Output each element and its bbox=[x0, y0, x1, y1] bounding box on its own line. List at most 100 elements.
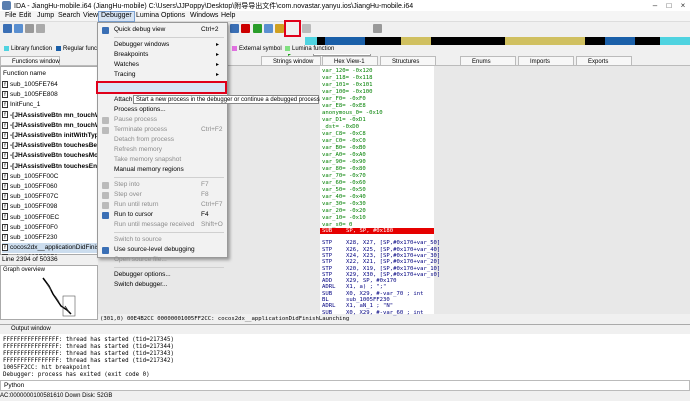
stack-variable-line[interactable]: var_30= -0x30 bbox=[322, 201, 366, 208]
stack-variable-line[interactable]: var_D1= -0xD1 bbox=[322, 117, 366, 124]
menu-options[interactable]: Options bbox=[159, 12, 187, 19]
menu-item-use-source-level-debugging[interactable]: Use source-level debugging bbox=[98, 245, 227, 255]
stack-variable-line[interactable]: anonymous_0= -0x10 bbox=[322, 110, 383, 117]
stack-variable-line[interactable]: var_40= -0x40 bbox=[322, 194, 366, 201]
graph-overview-thumbnail[interactable] bbox=[41, 276, 81, 318]
function-list-item[interactable]: f-[JHAssistiveBtn touchesMoved bbox=[2, 151, 98, 161]
stack-variable-line[interactable]: var_90= -0x90 bbox=[322, 159, 366, 166]
function-list-item[interactable]: f cocos2dx__applicationDidFinisLa bbox=[2, 243, 98, 254]
function-list-item[interactable]: f sub_1005FF07C bbox=[2, 192, 98, 202]
menu-item-run-until-message-received[interactable]: Run until message received Shift+O bbox=[98, 220, 227, 230]
asm-operands: X0, X29, #-var_70 ; int bbox=[346, 290, 424, 297]
close-x-icon[interactable] bbox=[241, 24, 250, 33]
tab-hex-view[interactable]: Hex View-1 bbox=[322, 56, 378, 66]
menu-item-debugger-options[interactable]: Debugger options... bbox=[98, 270, 227, 280]
menu-item-tracing[interactable]: Tracing ▸ bbox=[98, 70, 227, 80]
menu-item-take-memory-snapshot[interactable]: Take memory snapshot bbox=[98, 155, 227, 165]
stack-variable-line[interactable]: _dst= -0xD0 bbox=[322, 124, 359, 131]
tab-enums[interactable]: Enums bbox=[460, 56, 516, 66]
ida-logo-icon bbox=[2, 1, 11, 10]
debugger-dropdown-icon[interactable] bbox=[373, 24, 382, 33]
stack-variable-line[interactable]: var_70= -0x70 bbox=[322, 173, 366, 180]
python-input[interactable]: Python bbox=[0, 380, 690, 391]
forward-icon[interactable] bbox=[36, 24, 45, 33]
func-icon[interactable] bbox=[264, 24, 273, 33]
menu-search[interactable]: Search bbox=[56, 12, 82, 19]
stack-variable-line[interactable]: var_C0= -0xC0 bbox=[322, 138, 366, 145]
stack-variable-line[interactable]: var_60= -0x60 bbox=[322, 180, 366, 187]
function-list-item[interactable]: f sub_1005FF00C bbox=[2, 172, 98, 182]
functions-panel: Function name f sub_1005FE764 f sub_1005FE8… bbox=[0, 66, 98, 261]
stack-variable-line[interactable]: var_10= -0x10 bbox=[322, 215, 366, 222]
stack-variable-line[interactable]: var_118= -0x118 bbox=[322, 75, 373, 82]
tab-functions[interactable]: Functions window bbox=[0, 56, 60, 66]
stack-variable-line[interactable]: var_80= -0x80 bbox=[322, 166, 366, 173]
minimize-icon[interactable]: – bbox=[648, 0, 662, 11]
menu-item-refresh-memory[interactable]: Refresh memory bbox=[98, 145, 227, 155]
function-list-item[interactable]: f -[JHAssistiveBtn mn_touchWit bbox=[2, 111, 98, 121]
tab-exports[interactable]: Exports bbox=[576, 56, 632, 66]
navigation-band[interactable] bbox=[305, 37, 690, 45]
function-list-item[interactable]: f sub_1005FF098 bbox=[2, 202, 98, 212]
tab-structures[interactable]: Structures bbox=[380, 56, 436, 66]
stack-variable-line[interactable]: var_50= -0x50 bbox=[322, 187, 366, 194]
function-list-item[interactable]: f -[JHAssistiveBtn mn_touchWit bbox=[2, 121, 98, 131]
function-list-item[interactable]: f -[JHAssistiveBtn initWithType: bbox=[2, 131, 98, 141]
function-list-item[interactable]: f-[JHAssistiveBtn touchesEnded bbox=[2, 162, 98, 172]
function-list-item[interactable]: f sub_1005FE808 bbox=[2, 90, 98, 100]
menu-file[interactable]: File bbox=[3, 12, 18, 19]
tab-imports[interactable]: Imports bbox=[518, 56, 574, 66]
menu-debugger[interactable]: Debugger bbox=[98, 11, 135, 22]
function-list-item[interactable]: f sub_1005FF230 bbox=[2, 233, 98, 243]
stack-variable-line[interactable]: var_E8= -0xE8 bbox=[322, 103, 366, 110]
hex-icon[interactable] bbox=[230, 24, 239, 33]
close-icon[interactable]: × bbox=[676, 0, 690, 11]
menu-item-quick-debug-view[interactable]: Quick debug view Ctrl+2 bbox=[98, 25, 227, 35]
stack-variable-line[interactable]: var_20= -0x20 bbox=[322, 208, 366, 215]
menu-item-process-options[interactable]: Process options... bbox=[98, 105, 227, 115]
stack-variable-line[interactable]: var_A0= -0xA0 bbox=[322, 152, 366, 159]
maximize-icon[interactable]: □ bbox=[662, 0, 676, 11]
stack-variable-line[interactable]: var_101= -0x101 bbox=[322, 82, 373, 89]
menu-item-run-until-return[interactable]: Run until return Ctrl+F7 bbox=[98, 200, 227, 210]
menu-item-manual-memory-regions[interactable]: Manual memory regions bbox=[98, 165, 227, 175]
text-icon[interactable] bbox=[275, 24, 284, 33]
menu-item-breakpoints[interactable]: Breakpoints ▸ bbox=[98, 50, 227, 60]
assembly-line[interactable]: SUB SP, SP, #0x180 bbox=[322, 228, 436, 235]
graph-icon[interactable] bbox=[253, 24, 262, 33]
stack-variable-line[interactable]: var_F0= -0xF0 bbox=[322, 96, 366, 103]
function-icon: f bbox=[2, 243, 8, 251]
back-icon[interactable] bbox=[25, 24, 34, 33]
menu-item-pause-process[interactable]: Pause process bbox=[98, 115, 227, 125]
stack-variable-line[interactable]: var_120= -0x120 bbox=[322, 68, 373, 75]
stack-variable-line[interactable]: var_100= -0x100 bbox=[322, 89, 373, 96]
menu-item-debugger-windows[interactable]: Debugger windows ▸ bbox=[98, 40, 227, 50]
open-icon[interactable] bbox=[3, 24, 12, 33]
step-over-icon bbox=[102, 192, 109, 199]
menu-lumina[interactable]: Lumina bbox=[134, 12, 161, 19]
menu-item-step-into[interactable]: Step into F7 bbox=[98, 180, 227, 190]
menu-item-open-source-file[interactable]: Open source file... bbox=[98, 255, 227, 265]
tab-strings[interactable]: Strings window bbox=[261, 56, 321, 66]
function-list-item[interactable]: f sub_1005FF0F0 bbox=[2, 223, 98, 233]
menu-jump[interactable]: Jump bbox=[35, 12, 56, 19]
menu-item-switch-debugger[interactable]: Switch debugger... bbox=[98, 280, 227, 290]
function-list-item[interactable]: f sub_1005FE764 bbox=[2, 80, 98, 90]
function-list-item[interactable]: f-[JHAssistiveBtn touchesBegan bbox=[2, 141, 98, 151]
menu-windows[interactable]: Windows bbox=[188, 12, 220, 19]
menu-item-run-to-cursor[interactable]: Run to cursor F4 bbox=[98, 210, 227, 220]
menu-edit[interactable]: Edit bbox=[17, 12, 33, 19]
menu-item-terminate-process[interactable]: Terminate process Ctrl+F2 bbox=[98, 125, 227, 135]
menu-item-step-over[interactable]: Step over F8 bbox=[98, 190, 227, 200]
function-list-item[interactable]: f sub_1005FF060 bbox=[2, 182, 98, 192]
function-list-item[interactable]: f sub_1005FF0EC bbox=[2, 213, 98, 223]
menu-item-detach-from-process[interactable]: Detach from process bbox=[98, 135, 227, 145]
pause-icon[interactable] bbox=[302, 24, 311, 33]
menu-item-watches[interactable]: Watches ▸ bbox=[98, 60, 227, 70]
menu-help[interactable]: Help bbox=[219, 12, 237, 19]
function-list-item[interactable]: f InitFunc_1 bbox=[2, 100, 98, 110]
stack-variable-line[interactable]: var_B0= -0xB0 bbox=[322, 145, 366, 152]
save-icon[interactable] bbox=[14, 24, 23, 33]
menu-item-switch-to-source[interactable]: Switch to source bbox=[98, 235, 227, 245]
stack-variable-line[interactable]: var_C8= -0xC8 bbox=[322, 131, 366, 138]
